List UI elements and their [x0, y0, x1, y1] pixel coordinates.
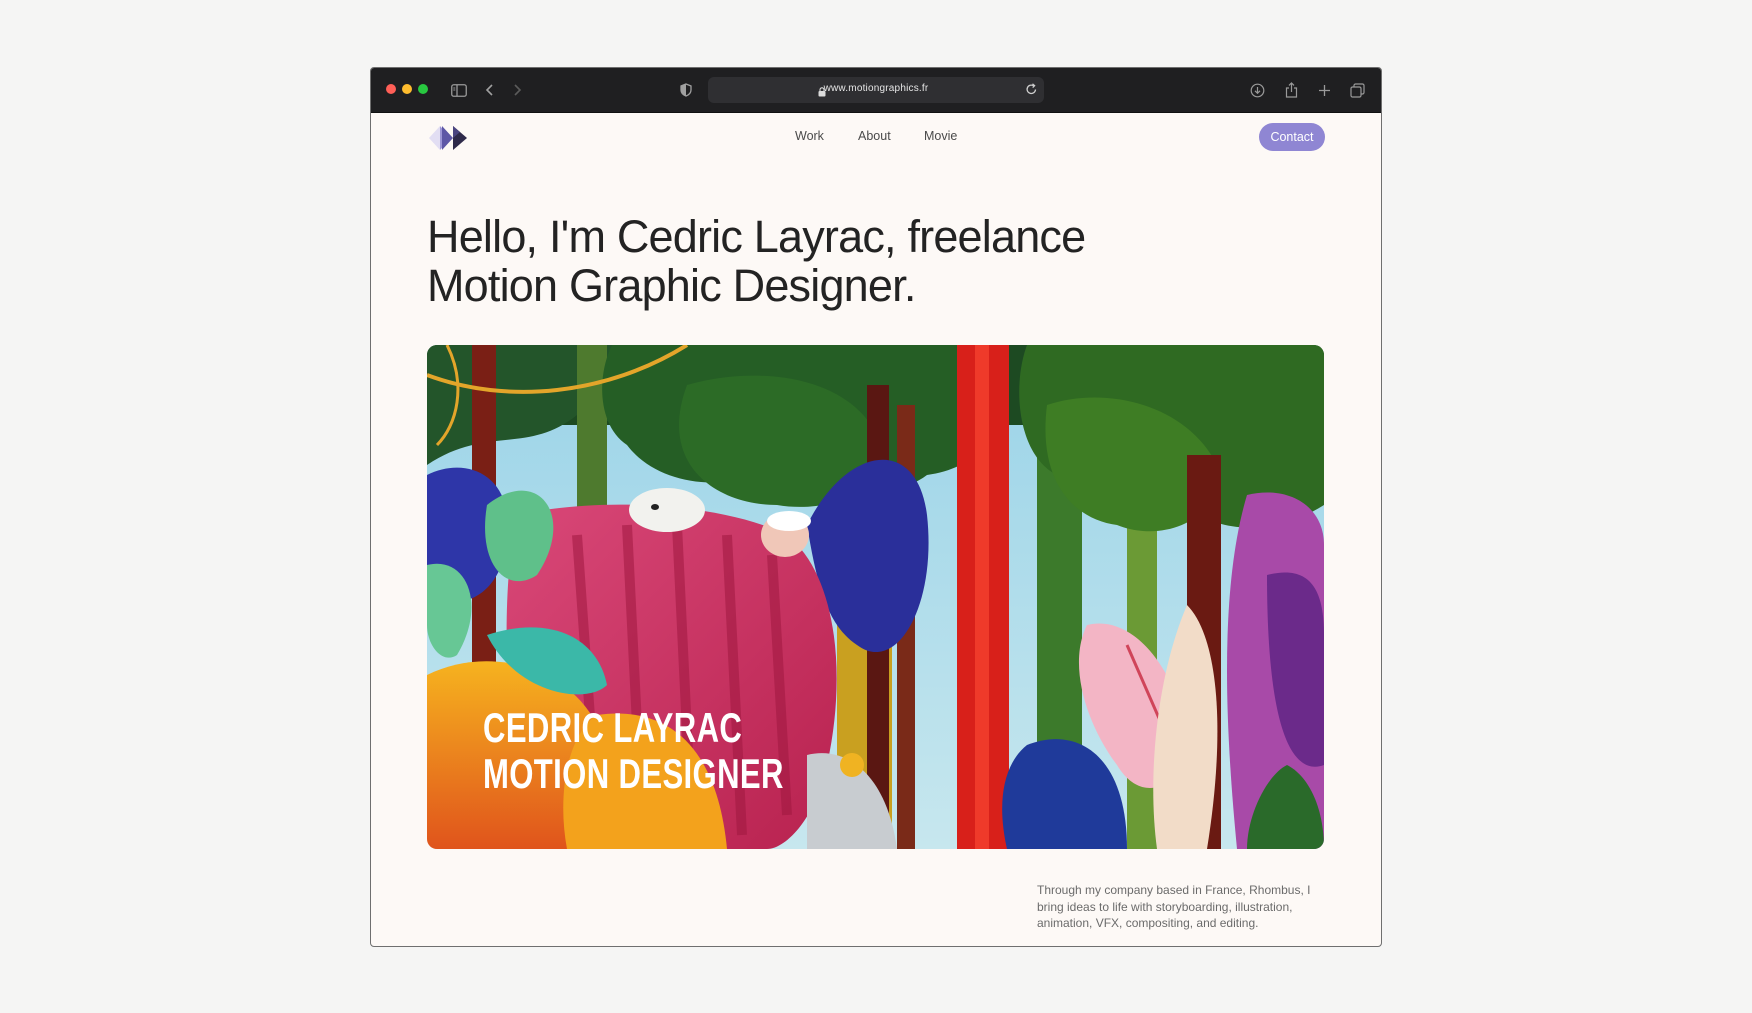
nav-link-about[interactable]: About	[858, 129, 891, 143]
share-icon[interactable]	[1281, 80, 1301, 100]
back-icon[interactable]	[480, 80, 500, 100]
browser-toolbar: www.motiongraphics.fr	[371, 68, 1381, 113]
tabs-overview-icon[interactable]	[1347, 80, 1367, 100]
zoom-window-button[interactable]	[418, 84, 428, 94]
forward-icon[interactable]	[507, 80, 527, 100]
sidebar-icon[interactable]	[449, 80, 469, 100]
page-headline: Hello, I'm Cedric Layrac, freelance Moti…	[427, 211, 1086, 311]
rhombus-logo-icon[interactable]	[427, 124, 469, 152]
hero-title-line-2: MOTION DESIGNER	[483, 750, 784, 797]
hero-title-overlay: CEDRIC LAYRAC MOTION DESIGNER	[483, 705, 784, 797]
browser-window: www.motiongraphics.fr Work About Movie C…	[370, 67, 1382, 947]
new-tab-icon[interactable]	[1314, 80, 1334, 100]
url-text: www.motiongraphics.fr	[823, 83, 929, 94]
download-icon[interactable]	[1247, 80, 1267, 100]
intro-paragraph: Through my company based in France, Rhom…	[1037, 883, 1311, 930]
hero-title-line-1: CEDRIC LAYRAC	[483, 704, 743, 751]
reload-icon[interactable]	[1025, 82, 1038, 101]
shield-icon[interactable]	[676, 80, 696, 100]
nav-link-work[interactable]: Work	[795, 129, 824, 143]
nav-link-movie[interactable]: Movie	[924, 129, 957, 143]
close-window-button[interactable]	[386, 84, 396, 94]
minimize-window-button[interactable]	[402, 84, 412, 94]
page-content: Work About Movie Contact Hello, I'm Cedr…	[371, 112, 1381, 946]
hero-video[interactable]: CEDRIC LAYRAC MOTION DESIGNER	[427, 345, 1324, 849]
contact-button[interactable]: Contact	[1259, 123, 1325, 151]
address-bar[interactable]: www.motiongraphics.fr	[708, 77, 1044, 103]
